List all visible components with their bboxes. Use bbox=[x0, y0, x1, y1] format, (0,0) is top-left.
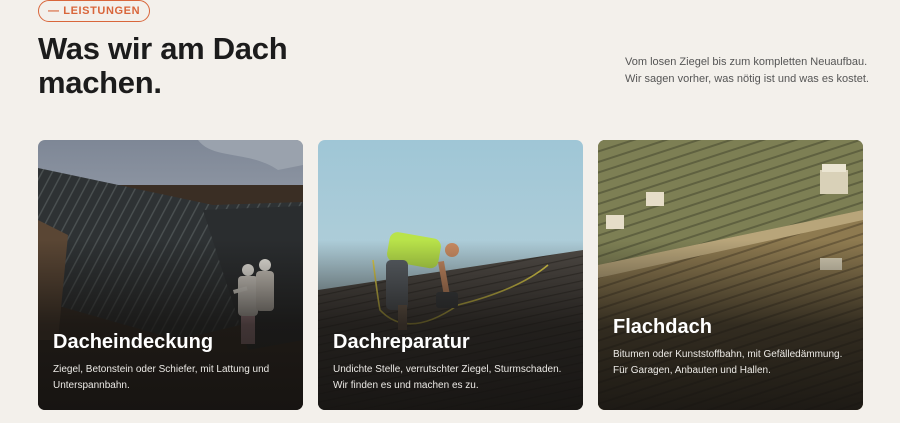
service-card-dacheindeckung[interactable]: Dacheindeckung Ziegel, Betonstein oder S… bbox=[38, 140, 303, 410]
card-title: Flachdach bbox=[613, 316, 712, 338]
card-text: Ziegel, Betonstein oder Schiefer, mit La… bbox=[53, 364, 270, 391]
service-card-flachdach[interactable]: Flachdach Bitumen oder Kunststoffbahn, m… bbox=[598, 140, 863, 410]
section-intro: Vom losen Ziegel bis zum kompletten Neua… bbox=[625, 56, 869, 85]
card-text: Bitumen oder Kunststoffbahn, mit Gefälle… bbox=[613, 349, 843, 376]
card-title: Dacheindeckung bbox=[53, 331, 214, 353]
card-title: Dachreparatur bbox=[333, 331, 470, 353]
card-text: Undichte Stelle, verrutschter Ziegel, St… bbox=[333, 364, 562, 391]
section-title: Was wir am Dach machen. bbox=[38, 31, 288, 100]
section-badge: — LEISTUNGEN bbox=[38, 0, 151, 22]
service-card-dachreparatur[interactable]: Dachreparatur Undichte Stelle, verrutsch… bbox=[318, 140, 583, 410]
